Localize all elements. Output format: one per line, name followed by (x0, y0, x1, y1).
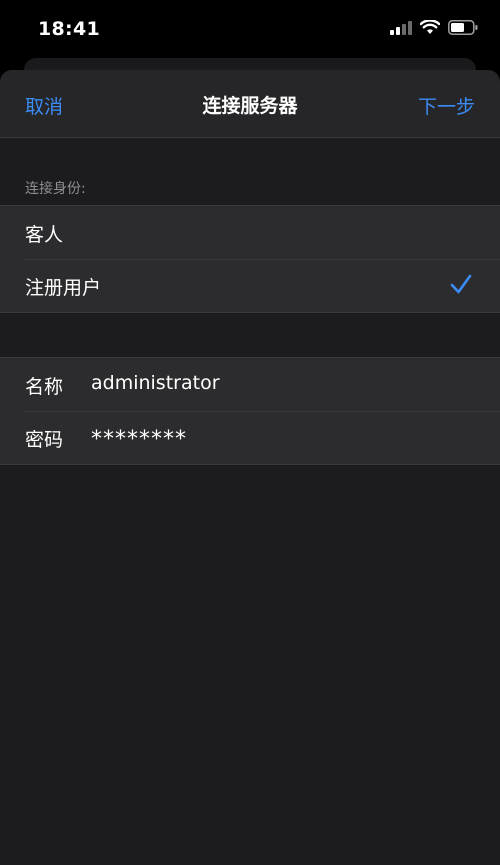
password-label: 密码 (25, 429, 64, 451)
screen: 18:41 取消 连接服务器 下一步 连接身份: 客人 注册用户 名称 admi… (0, 0, 500, 865)
navigation-bar: 取消 连接服务器 下一步 (0, 70, 500, 138)
checkmark-icon (450, 273, 472, 295)
signal-icon (390, 20, 412, 39)
password-row[interactable]: 密码 ******** (0, 411, 500, 464)
connect-server-sheet: 取消 连接服务器 下一步 连接身份: 客人 注册用户 名称 administra… (0, 70, 500, 865)
name-label: 名称 (25, 376, 64, 398)
identity-section-header: 连接身份: (25, 181, 86, 197)
identity-option-guest[interactable]: 客人 (0, 206, 500, 259)
wifi-icon (419, 19, 441, 39)
identity-options-group: 客人 注册用户 (0, 205, 500, 313)
name-row[interactable]: 名称 administrator (0, 358, 500, 411)
credentials-group: 名称 administrator 密码 ******** (0, 357, 500, 465)
status-bar: 18:41 (0, 0, 500, 58)
status-icons (390, 19, 478, 39)
name-field[interactable]: administrator (91, 372, 220, 394)
battery-icon (448, 20, 478, 39)
identity-option-label: 注册用户 (25, 277, 102, 299)
next-button[interactable]: 下一步 (418, 92, 475, 119)
password-field[interactable]: ******** (91, 427, 187, 452)
identity-option-registered-user[interactable]: 注册用户 (0, 259, 500, 312)
status-time: 18:41 (38, 18, 100, 40)
identity-option-label: 客人 (25, 224, 64, 246)
